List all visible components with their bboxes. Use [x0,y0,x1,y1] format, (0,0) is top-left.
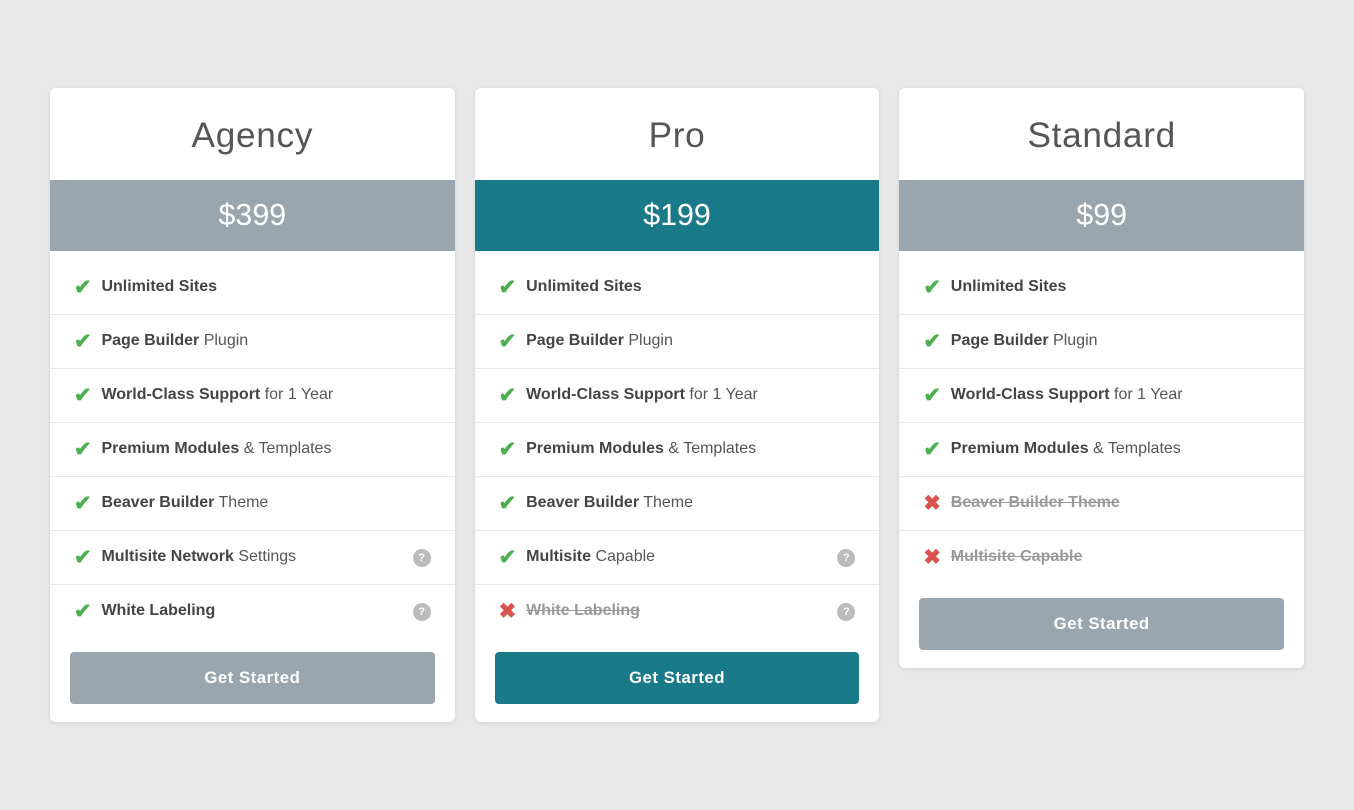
feature-text: World-Class Support for 1 Year [101,384,430,406]
feature-text: Multisite Capable [526,546,823,568]
feature-text: White Labeling [526,600,823,622]
check-icon: ✔ [74,329,91,354]
get-started-button-standard[interactable]: Get Started [919,598,1284,650]
check-icon: ✔ [74,275,91,300]
plan-name-agency: Agency [50,88,455,180]
check-icon: ✔ [499,437,516,462]
check-icon: ✔ [74,599,91,624]
feature-item: ✔ Unlimited Sites [475,261,880,315]
plan-cta-area-agency: Get Started [50,638,455,722]
feature-text: Beaver Builder Theme [526,492,855,514]
feature-text: Unlimited Sites [951,276,1280,298]
feature-text: Premium Modules & Templates [526,438,855,460]
check-icon: ✔ [499,545,516,570]
feature-item: ✔ Unlimited Sites [899,261,1304,315]
feature-item: ✔ World-Class Support for 1 Year [899,369,1304,423]
feature-text: Beaver Builder Theme [101,492,430,514]
feature-text: Page Builder Plugin [951,330,1280,352]
plan-card-pro: Pro$199 ✔ Unlimited Sites ✔ Page Builder Plu… [475,88,880,722]
plan-cta-area-pro: Get Started [475,638,880,722]
check-icon: ✔ [923,383,940,408]
check-icon: ✔ [74,383,91,408]
plan-name-standard: Standard [899,88,1304,180]
feature-item: ✖ Beaver Builder Theme [899,477,1304,531]
check-icon: ✔ [74,437,91,462]
check-icon: ✔ [74,491,91,516]
feature-text: Premium Modules & Templates [951,438,1280,460]
feature-item: ✔ Premium Modules & Templates [475,423,880,477]
check-icon: ✔ [499,491,516,516]
feature-item: ✔ Multisite Capable? [475,531,880,585]
feature-text: World-Class Support for 1 Year [526,384,855,406]
feature-item: ✔ World-Class Support for 1 Year [475,369,880,423]
feature-item: ✖ Multisite Capable [899,531,1304,584]
plan-price-standard: $99 [899,180,1304,251]
feature-item: ✔ Premium Modules & Templates [899,423,1304,477]
feature-item: ✔ Multisite Network Settings? [50,531,455,585]
check-icon: ✔ [74,545,91,570]
feature-item: ✖ White Labeling? [475,585,880,638]
help-icon[interactable]: ? [413,603,431,621]
feature-item: ✔ Beaver Builder Theme [475,477,880,531]
feature-item: ✔ Page Builder Plugin [899,315,1304,369]
feature-text: Premium Modules & Templates [101,438,430,460]
feature-text: White Labeling [101,600,398,622]
help-icon[interactable]: ? [837,603,855,621]
feature-item: ✔ Page Builder Plugin [50,315,455,369]
feature-item: ✔ Page Builder Plugin [475,315,880,369]
plan-price-pro: $199 [475,180,880,251]
check-icon: ✔ [923,437,940,462]
cross-icon: ✖ [923,545,940,570]
help-icon[interactable]: ? [837,549,855,567]
feature-text: Unlimited Sites [526,276,855,298]
plan-features-pro: ✔ Unlimited Sites ✔ Page Builder Plugin ✔ Wor… [475,251,880,638]
check-icon: ✔ [499,329,516,354]
feature-item: ✔ Premium Modules & Templates [50,423,455,477]
help-icon[interactable]: ? [413,549,431,567]
plan-features-standard: ✔ Unlimited Sites ✔ Page Builder Plugin ✔ Wor… [899,251,1304,584]
feature-text: Page Builder Plugin [526,330,855,352]
feature-text: Beaver Builder Theme [951,492,1280,514]
cross-icon: ✖ [923,491,940,516]
plan-features-agency: ✔ Unlimited Sites ✔ Page Builder Plugin ✔ Wor… [50,251,455,638]
feature-item: ✔ White Labeling? [50,585,455,638]
check-icon: ✔ [499,275,516,300]
plan-cta-area-standard: Get Started [899,584,1304,668]
get-started-button-pro[interactable]: Get Started [495,652,860,704]
feature-text: Multisite Network Settings [101,546,398,568]
feature-text: Multisite Capable [951,546,1280,568]
pricing-container: Agency$399 ✔ Unlimited Sites ✔ Page Builder … [20,78,1334,732]
plan-price-agency: $399 [50,180,455,251]
feature-item: ✔ Unlimited Sites [50,261,455,315]
feature-text: World-Class Support for 1 Year [951,384,1280,406]
feature-item: ✔ Beaver Builder Theme [50,477,455,531]
check-icon: ✔ [923,329,940,354]
plan-name-pro: Pro [475,88,880,180]
plan-card-standard: Standard$99 ✔ Unlimited Sites ✔ Page Builder… [899,88,1304,668]
check-icon: ✔ [499,383,516,408]
feature-text: Unlimited Sites [101,276,430,298]
cross-icon: ✖ [499,599,516,624]
get-started-button-agency[interactable]: Get Started [70,652,435,704]
feature-text: Page Builder Plugin [101,330,430,352]
feature-item: ✔ World-Class Support for 1 Year [50,369,455,423]
plan-card-agency: Agency$399 ✔ Unlimited Sites ✔ Page Builder … [50,88,455,722]
check-icon: ✔ [923,275,940,300]
